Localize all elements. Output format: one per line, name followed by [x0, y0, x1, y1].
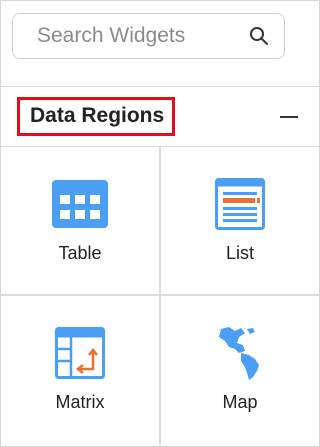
search-input[interactable]	[37, 24, 248, 48]
section-header-data-regions[interactable]: Data Regions	[1, 87, 319, 147]
widget-label-table: Table	[58, 243, 102, 263]
minus-icon[interactable]	[277, 105, 301, 129]
widget-map[interactable]: Map	[161, 296, 319, 445]
widget-label-list: List	[225, 243, 254, 263]
search-box[interactable]	[12, 13, 285, 59]
map-icon	[211, 326, 269, 380]
list-icon	[211, 177, 269, 231]
section-title: Data Regions	[17, 97, 176, 136]
widget-panel: Data Regions Table	[0, 0, 320, 447]
matrix-icon	[51, 326, 109, 380]
widget-matrix[interactable]: Matrix	[1, 296, 161, 445]
table-icon	[51, 177, 109, 231]
widget-label-map: Map	[222, 392, 258, 412]
widget-grid: Table List Matrix Map	[1, 147, 319, 445]
widget-label-matrix: Matrix	[55, 392, 105, 412]
widget-table[interactable]: Table	[1, 147, 161, 296]
widget-list[interactable]: List	[161, 147, 319, 296]
search-icon[interactable]	[248, 25, 270, 47]
search-area	[1, 1, 319, 87]
